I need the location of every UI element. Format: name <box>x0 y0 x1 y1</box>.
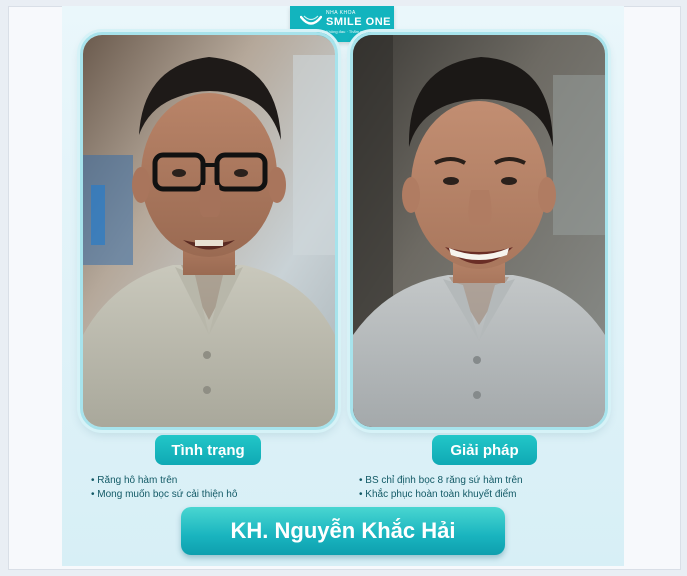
customer-name-banner: KH. Nguyễn Khắc Hải <box>181 507 505 555</box>
status-list: Răng hô hàm trên Mong muốn bọc sứ cải th… <box>91 474 237 502</box>
solution-label: Giải pháp <box>432 435 537 465</box>
after-photo-image <box>353 35 605 427</box>
brand-name: SMILE ONE <box>326 16 392 28</box>
after-photo <box>350 32 608 430</box>
solution-item: BS chỉ định bọc 8 răng sứ hàm trên <box>359 474 522 488</box>
status-item: Răng hô hàm trên <box>91 474 237 488</box>
smile-icon <box>300 15 322 25</box>
before-photo <box>80 32 338 430</box>
before-after-poster: NHA KHOA SMILE ONE Không đau · Thẩm mỹ ·… <box>62 6 624 566</box>
solution-list: BS chỉ định bọc 8 răng sứ hàm trên Khắc … <box>359 474 523 502</box>
before-photo-image <box>83 35 335 427</box>
status-item: Mong muốn bọc sứ cải thiện hô <box>91 488 237 502</box>
status-label: Tình trạng <box>155 435 261 465</box>
solution-item: Khắc phục hoàn toàn khuyết điểm <box>359 488 523 502</box>
